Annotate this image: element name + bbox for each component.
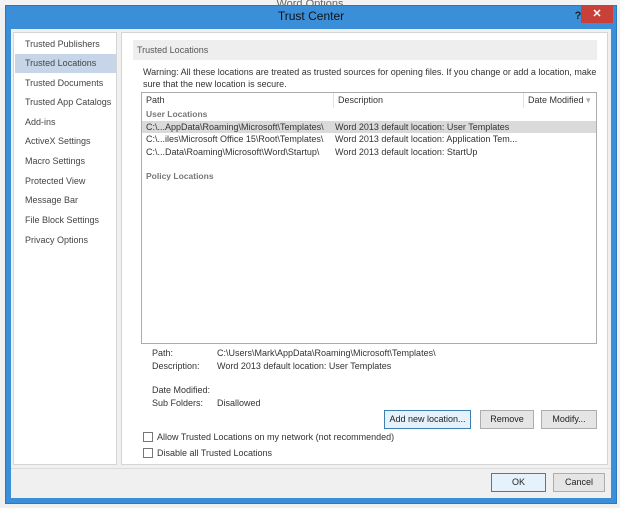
sidebar-item-add-ins[interactable]: Add-ins xyxy=(15,113,116,132)
date-modified-label: Date Modified xyxy=(528,95,584,105)
remove-button[interactable]: Remove xyxy=(480,410,534,429)
cancel-button[interactable]: Cancel xyxy=(553,473,605,492)
sidebar-item-trusted-locations[interactable]: Trusted Locations xyxy=(15,54,116,73)
table-row[interactable]: C:\...AppData\Roaming\Microsoft\Template… xyxy=(142,121,596,133)
disable-all-checkbox[interactable] xyxy=(143,448,153,458)
modify-button[interactable]: Modify... xyxy=(541,410,597,429)
warning-text-line2: sure that the new location is secure. xyxy=(143,79,287,89)
table-row[interactable]: C:\...Data\Roaming\Microsoft\Word\Startu… xyxy=(142,146,596,158)
column-header-description[interactable]: Description xyxy=(334,93,524,108)
sidebar-item-trusted-documents[interactable]: Trusted Documents xyxy=(15,74,116,93)
sidebar-item-message-bar[interactable]: Message Bar xyxy=(15,191,116,210)
column-header-date-modified[interactable]: Date Modified ▾ xyxy=(524,93,596,108)
disable-all-label[interactable]: Disable all Trusted Locations xyxy=(157,448,272,458)
sidebar-item-trusted-publishers[interactable]: Trusted Publishers xyxy=(15,35,116,54)
column-header-path[interactable]: Path xyxy=(142,93,334,108)
sidebar-item-activex-settings[interactable]: ActiveX Settings xyxy=(15,132,116,151)
sort-chevron-icon: ▾ xyxy=(586,95,591,105)
row-description: Word 2013 default location: StartUp xyxy=(335,147,478,157)
sidebar-item-macro-settings[interactable]: Macro Settings xyxy=(15,152,116,171)
row-path: C:\...iles\Microsoft Office 15\Root\Temp… xyxy=(146,134,324,144)
ok-button[interactable]: OK xyxy=(491,473,546,492)
subfolders-label: Sub Folders: xyxy=(152,398,204,408)
group-policy-locations: Policy Locations xyxy=(146,171,214,181)
close-button[interactable]: ✕ xyxy=(581,5,613,23)
allow-network-checkbox[interactable] xyxy=(143,432,153,442)
sidebar: Trusted Publishers Trusted Locations Tru… xyxy=(13,32,117,465)
dialog-title: Trust Center xyxy=(277,9,345,23)
sidebar-item-file-block-settings[interactable]: File Block Settings xyxy=(15,211,116,230)
allow-network-label[interactable]: Allow Trusted Locations on my network (n… xyxy=(157,432,394,442)
description-value: Word 2013 default location: User Templat… xyxy=(217,361,392,371)
group-user-locations: User Locations xyxy=(146,109,208,119)
table-row[interactable]: C:\...iles\Microsoft Office 15\Root\Temp… xyxy=(142,133,596,145)
description-label: Description: xyxy=(152,361,200,371)
date-modified-detail-label: Date Modified: xyxy=(152,385,211,395)
row-path: C:\...AppData\Roaming\Microsoft\Template… xyxy=(146,122,324,132)
subfolders-value: Disallowed xyxy=(217,398,261,408)
path-value: C:\Users\Mark\AppData\Roaming\Microsoft\… xyxy=(217,348,436,358)
add-new-location-button[interactable]: Add new location... xyxy=(384,410,471,429)
sidebar-item-protected-view[interactable]: Protected View xyxy=(15,172,116,191)
row-description: Word 2013 default location: User Templat… xyxy=(335,122,510,132)
warning-text-line1: Warning: All these locations are treated… xyxy=(143,67,597,77)
row-description: Word 2013 default location: Application … xyxy=(335,134,518,144)
path-label: Path: xyxy=(152,348,174,358)
sidebar-item-privacy-options[interactable]: Privacy Options xyxy=(15,231,116,250)
row-path: C:\...Data\Roaming\Microsoft\Word\Startu… xyxy=(146,147,320,157)
sidebar-item-trusted-app-catalogs[interactable]: Trusted App Catalogs xyxy=(15,93,116,112)
trusted-locations-list[interactable]: Path Description Date Modified ▾ User Lo… xyxy=(141,92,597,344)
section-title: Trusted Locations xyxy=(133,40,597,60)
